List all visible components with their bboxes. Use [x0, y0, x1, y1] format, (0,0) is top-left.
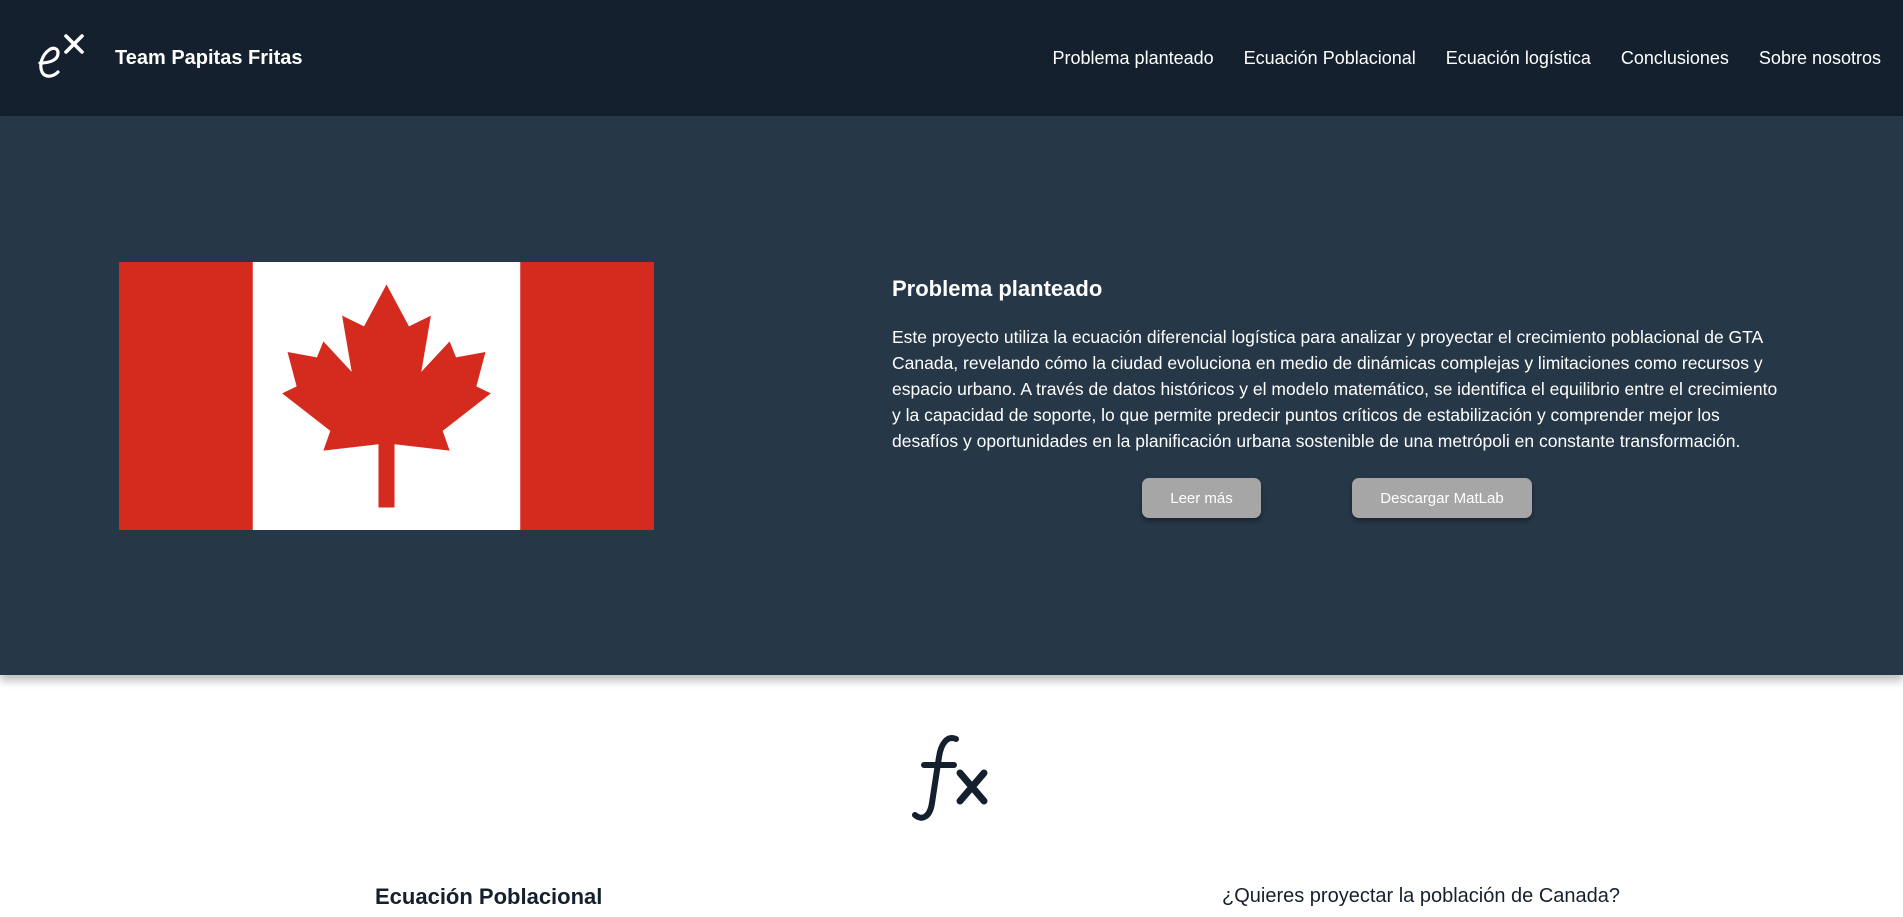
section-title-ecuacion-poblacional: Ecuación Poblacional: [375, 884, 603, 909]
nav-link-ecuacion-logistica[interactable]: Ecuación logística: [1446, 48, 1591, 69]
nav-link-conclusiones[interactable]: Conclusiones: [1621, 48, 1729, 69]
nav-link-sobre-nosotros[interactable]: Sobre nosotros: [1759, 48, 1881, 69]
top-navbar: Team Papitas Fritas Problema planteado E…: [0, 0, 1903, 116]
brand-name[interactable]: Team Papitas Fritas: [115, 47, 302, 70]
hero-section: Problema planteado Este proyecto utiliza…: [0, 116, 1903, 675]
download-matlab-button[interactable]: Descargar MatLab: [1352, 478, 1532, 518]
hero-description: Este proyecto utiliza la ecuación difere…: [892, 327, 1778, 451]
nav-link-problema[interactable]: Problema planteado: [1053, 48, 1214, 69]
exponential-ex-icon[interactable]: [34, 32, 94, 84]
canada-flag-image: [119, 262, 654, 530]
nav-link-ecuacion-poblacional[interactable]: Ecuación Poblacional: [1244, 48, 1416, 69]
hero-title: Problema planteado: [892, 276, 1103, 301]
function-fx-icon: [912, 735, 988, 821]
main-nav: Problema planteado Ecuación Poblacional …: [1053, 48, 1881, 69]
read-more-button[interactable]: Leer más: [1142, 478, 1261, 518]
section-question: ¿Quieres proyectar la población de Canad…: [1222, 885, 1621, 907]
